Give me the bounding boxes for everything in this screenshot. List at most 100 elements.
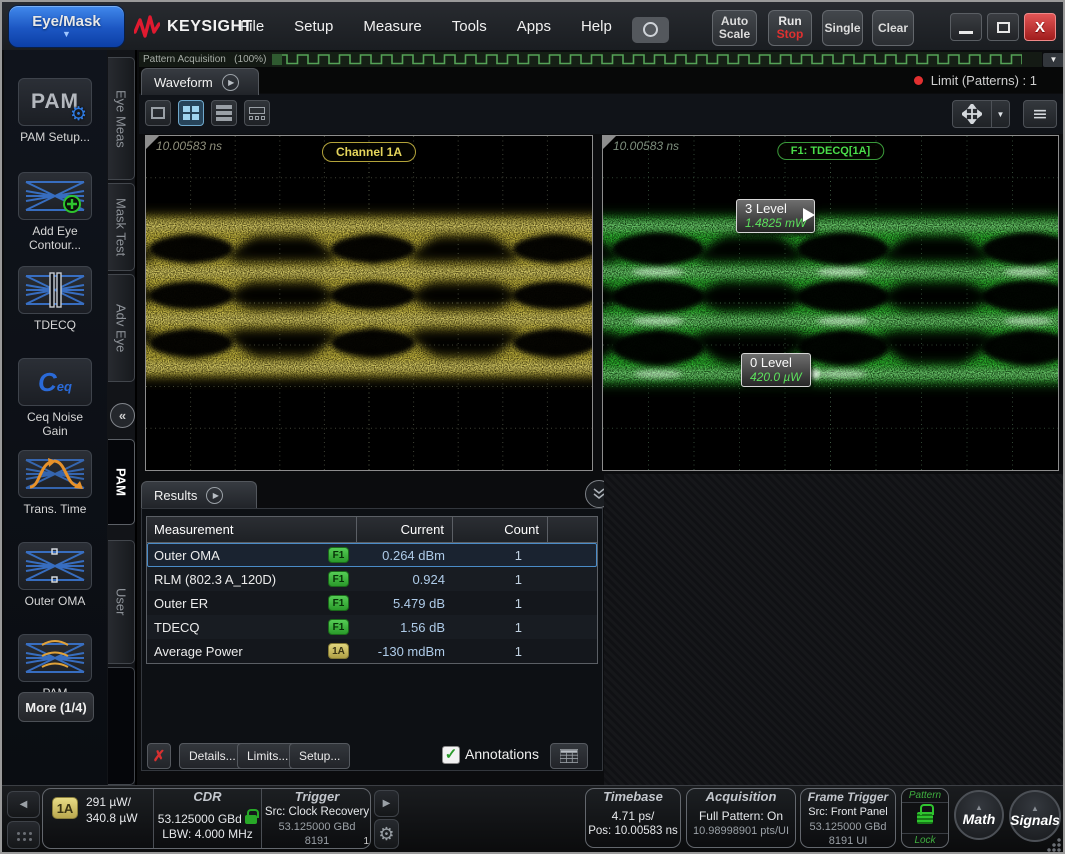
limit-status-row: Limit (Patterns) : 1 <box>139 67 1065 93</box>
source-badge-f1-tdecq[interactable]: F1: TDECQ[1A] <box>777 142 884 160</box>
limit-status-dot <box>914 76 923 85</box>
auto-scale-button[interactable]: Auto Scale <box>712 10 757 46</box>
layout-single-icon <box>151 107 165 119</box>
resize-grip[interactable] <box>1046 838 1062 852</box>
layout-quad-button[interactable] <box>178 100 204 126</box>
signals-button[interactable]: ▲ Signals <box>1009 790 1061 842</box>
waveform-menu-button[interactable]: ≡ <box>1023 100 1057 128</box>
column-measurement[interactable]: Measurement <box>147 517 357 542</box>
trigger-source: Src: Clock Recovery <box>262 805 372 820</box>
table-row-outer-er[interactable]: Outer ERF1 5.479 dB 1 <box>147 591 597 615</box>
sidebar-item-trans-time[interactable]: Trans. Time <box>18 450 92 516</box>
waveform-panel-tab[interactable]: Waveform ▶ <box>141 68 259 95</box>
pan-dropdown-button[interactable]: ▼ <box>992 100 1010 128</box>
menu-apps[interactable]: Apps <box>517 18 551 35</box>
sidebar-item-ceq-noise-gain[interactable]: Ceq Ceq Noise Gain <box>18 358 92 438</box>
eye-oma-icon <box>18 542 92 590</box>
channel-grid-button[interactable] <box>7 821 40 849</box>
layout-single-button[interactable] <box>145 100 171 126</box>
pattern-lock-button[interactable]: Pattern Lock <box>901 788 949 848</box>
close-button[interactable]: X <box>1024 13 1056 41</box>
annotations-checkbox[interactable]: ✓ <box>442 746 460 764</box>
column-count[interactable]: Count <box>453 517 548 542</box>
delete-measurement-button[interactable]: ✗ <box>147 743 171 769</box>
clear-button[interactable]: Clear <box>872 10 914 46</box>
pam-gear-icon: PAM ⚙ <box>18 78 92 126</box>
cdr-rate: 53.125000 GBd <box>158 812 242 826</box>
acquisition-points: 10.98998901 pts/UI <box>687 824 795 838</box>
table-row-average-power[interactable]: Average Power1A -130 mdBm 1 <box>147 639 597 663</box>
layout-rows-icon <box>216 105 232 121</box>
details-button[interactable]: Details... <box>179 743 246 769</box>
menu-measure[interactable]: Measure <box>363 18 421 35</box>
gear-icon: ⚙ <box>378 824 394 845</box>
tab-eye-meas[interactable]: Eye Meas <box>108 57 135 180</box>
layout-rows-button[interactable] <box>211 100 237 126</box>
tab-mask-test[interactable]: Mask Test <box>108 183 135 271</box>
close-icon: X <box>1035 19 1045 36</box>
pam4-eye-diagram-green[interactable] <box>603 136 1058 470</box>
channel-offset: 340.8 µW <box>86 811 138 826</box>
mode-selector-button[interactable]: Eye/Mask ▼ <box>8 5 125 48</box>
statusbar-settings-button[interactable]: ⚙ <box>374 819 399 849</box>
acquisition-box[interactable]: Acquisition Full Pattern: On 10.98998901… <box>686 788 796 848</box>
column-current[interactable]: Current <box>357 517 453 542</box>
menu-setup[interactable]: Setup <box>294 18 333 35</box>
table-view-button[interactable] <box>550 743 588 769</box>
single-button[interactable]: Single <box>822 10 863 46</box>
trigger-rate: 53.125000 GBd <box>262 820 372 834</box>
source-badge-f1: F1 <box>328 619 349 635</box>
scroll-left-button[interactable]: ◀ <box>7 791 40 818</box>
source-badge-channel-1a[interactable]: Channel 1A <box>322 142 416 162</box>
table-row-rlm[interactable]: RLM (802.3 A_120D)F1 0.924 1 <box>147 567 597 591</box>
statusbar-play-button[interactable]: ▶ <box>374 790 399 817</box>
layout-mixed-button[interactable] <box>244 100 270 126</box>
sidebar-item-outer-oma[interactable]: Outer OMA <box>18 542 92 608</box>
table-row-outer-oma[interactable]: Outer OMAF1 0.264 dBm 1 <box>147 543 597 567</box>
sidebar-item-tdecq[interactable]: TDECQ <box>18 266 92 332</box>
eye-panel-channel-1a[interactable]: 10.00583 ns Channel 1A <box>145 135 593 471</box>
channel-1a-section[interactable]: 1A 291 µW/ 340.8 µW <box>43 789 153 848</box>
eye-panel-f1-tdecq[interactable]: 10.00583 ns F1: TDECQ[1A] <box>602 135 1059 471</box>
ceq-icon: Ceq <box>18 358 92 406</box>
chevron-down-icon: ▼ <box>997 110 1005 119</box>
timebase-title: Timebase <box>586 789 680 805</box>
annotation-0-level[interactable]: 0 Level 420.0 µW <box>741 353 811 387</box>
screenshot-camera-button[interactable] <box>632 17 669 43</box>
tab-pam[interactable]: PAM <box>108 439 135 525</box>
frame-trigger-box[interactable]: Frame Trigger Src: Front Panel 53.125000… <box>800 788 896 848</box>
menu-tools[interactable]: Tools <box>452 18 487 35</box>
table-row-tdecq[interactable]: TDECQF1 1.56 dB 1 <box>147 615 597 639</box>
minimize-button[interactable] <box>950 13 982 41</box>
eye-plus-icon <box>18 172 92 220</box>
collapse-sidebar-button[interactable]: « <box>110 403 135 428</box>
timebase-box[interactable]: Timebase 4.71 ps/ Pos: 10.00583 ns <box>585 788 681 848</box>
tab-user[interactable]: User <box>108 540 135 664</box>
sidebar-item-add-eye-contour[interactable]: Add Eye Contour... <box>18 172 92 252</box>
tab-adv-eye[interactable]: Adv Eye <box>108 274 135 382</box>
more-measurements-button[interactable]: More (1/4) <box>18 692 94 722</box>
run-stop-button[interactable]: Run Stop <box>768 10 812 46</box>
source-badge-f1: F1 <box>328 595 349 611</box>
cdr-section[interactable]: CDR 53.125000 GBd LBW: 4.000 MHz <box>153 789 261 848</box>
arrow-left-icon: ◀ <box>20 799 28 810</box>
play-icon: ▶ <box>222 74 239 91</box>
menu-help[interactable]: Help <box>581 18 612 35</box>
pam4-eye-diagram-yellow[interactable] <box>146 136 592 470</box>
pan-button[interactable] <box>952 100 992 128</box>
red-x-icon: ✗ <box>153 747 166 765</box>
sidebar-item-pam-setup[interactable]: PAM ⚙ PAM Setup... <box>18 78 92 144</box>
eye-transition-icon <box>18 450 92 498</box>
chevrons-left-icon: « <box>119 408 126 423</box>
results-panel-tab[interactable]: Results ▶ <box>141 481 257 508</box>
trigger-count-badge: 1 <box>363 836 369 847</box>
cdr-title: CDR <box>154 789 261 805</box>
maximize-button[interactable] <box>987 13 1019 41</box>
source-badge-1a: 1A <box>328 643 349 659</box>
lock-icon <box>245 815 257 824</box>
menu-file[interactable]: File <box>240 18 264 35</box>
math-button[interactable]: ▲ Math <box>954 790 1004 840</box>
trigger-section[interactable]: Trigger Src: Clock Recovery 53.125000 GB… <box>261 789 372 848</box>
setup-button[interactable]: Setup... <box>289 743 350 769</box>
acquisition-dropdown-button[interactable]: ▼ <box>1043 53 1064 67</box>
